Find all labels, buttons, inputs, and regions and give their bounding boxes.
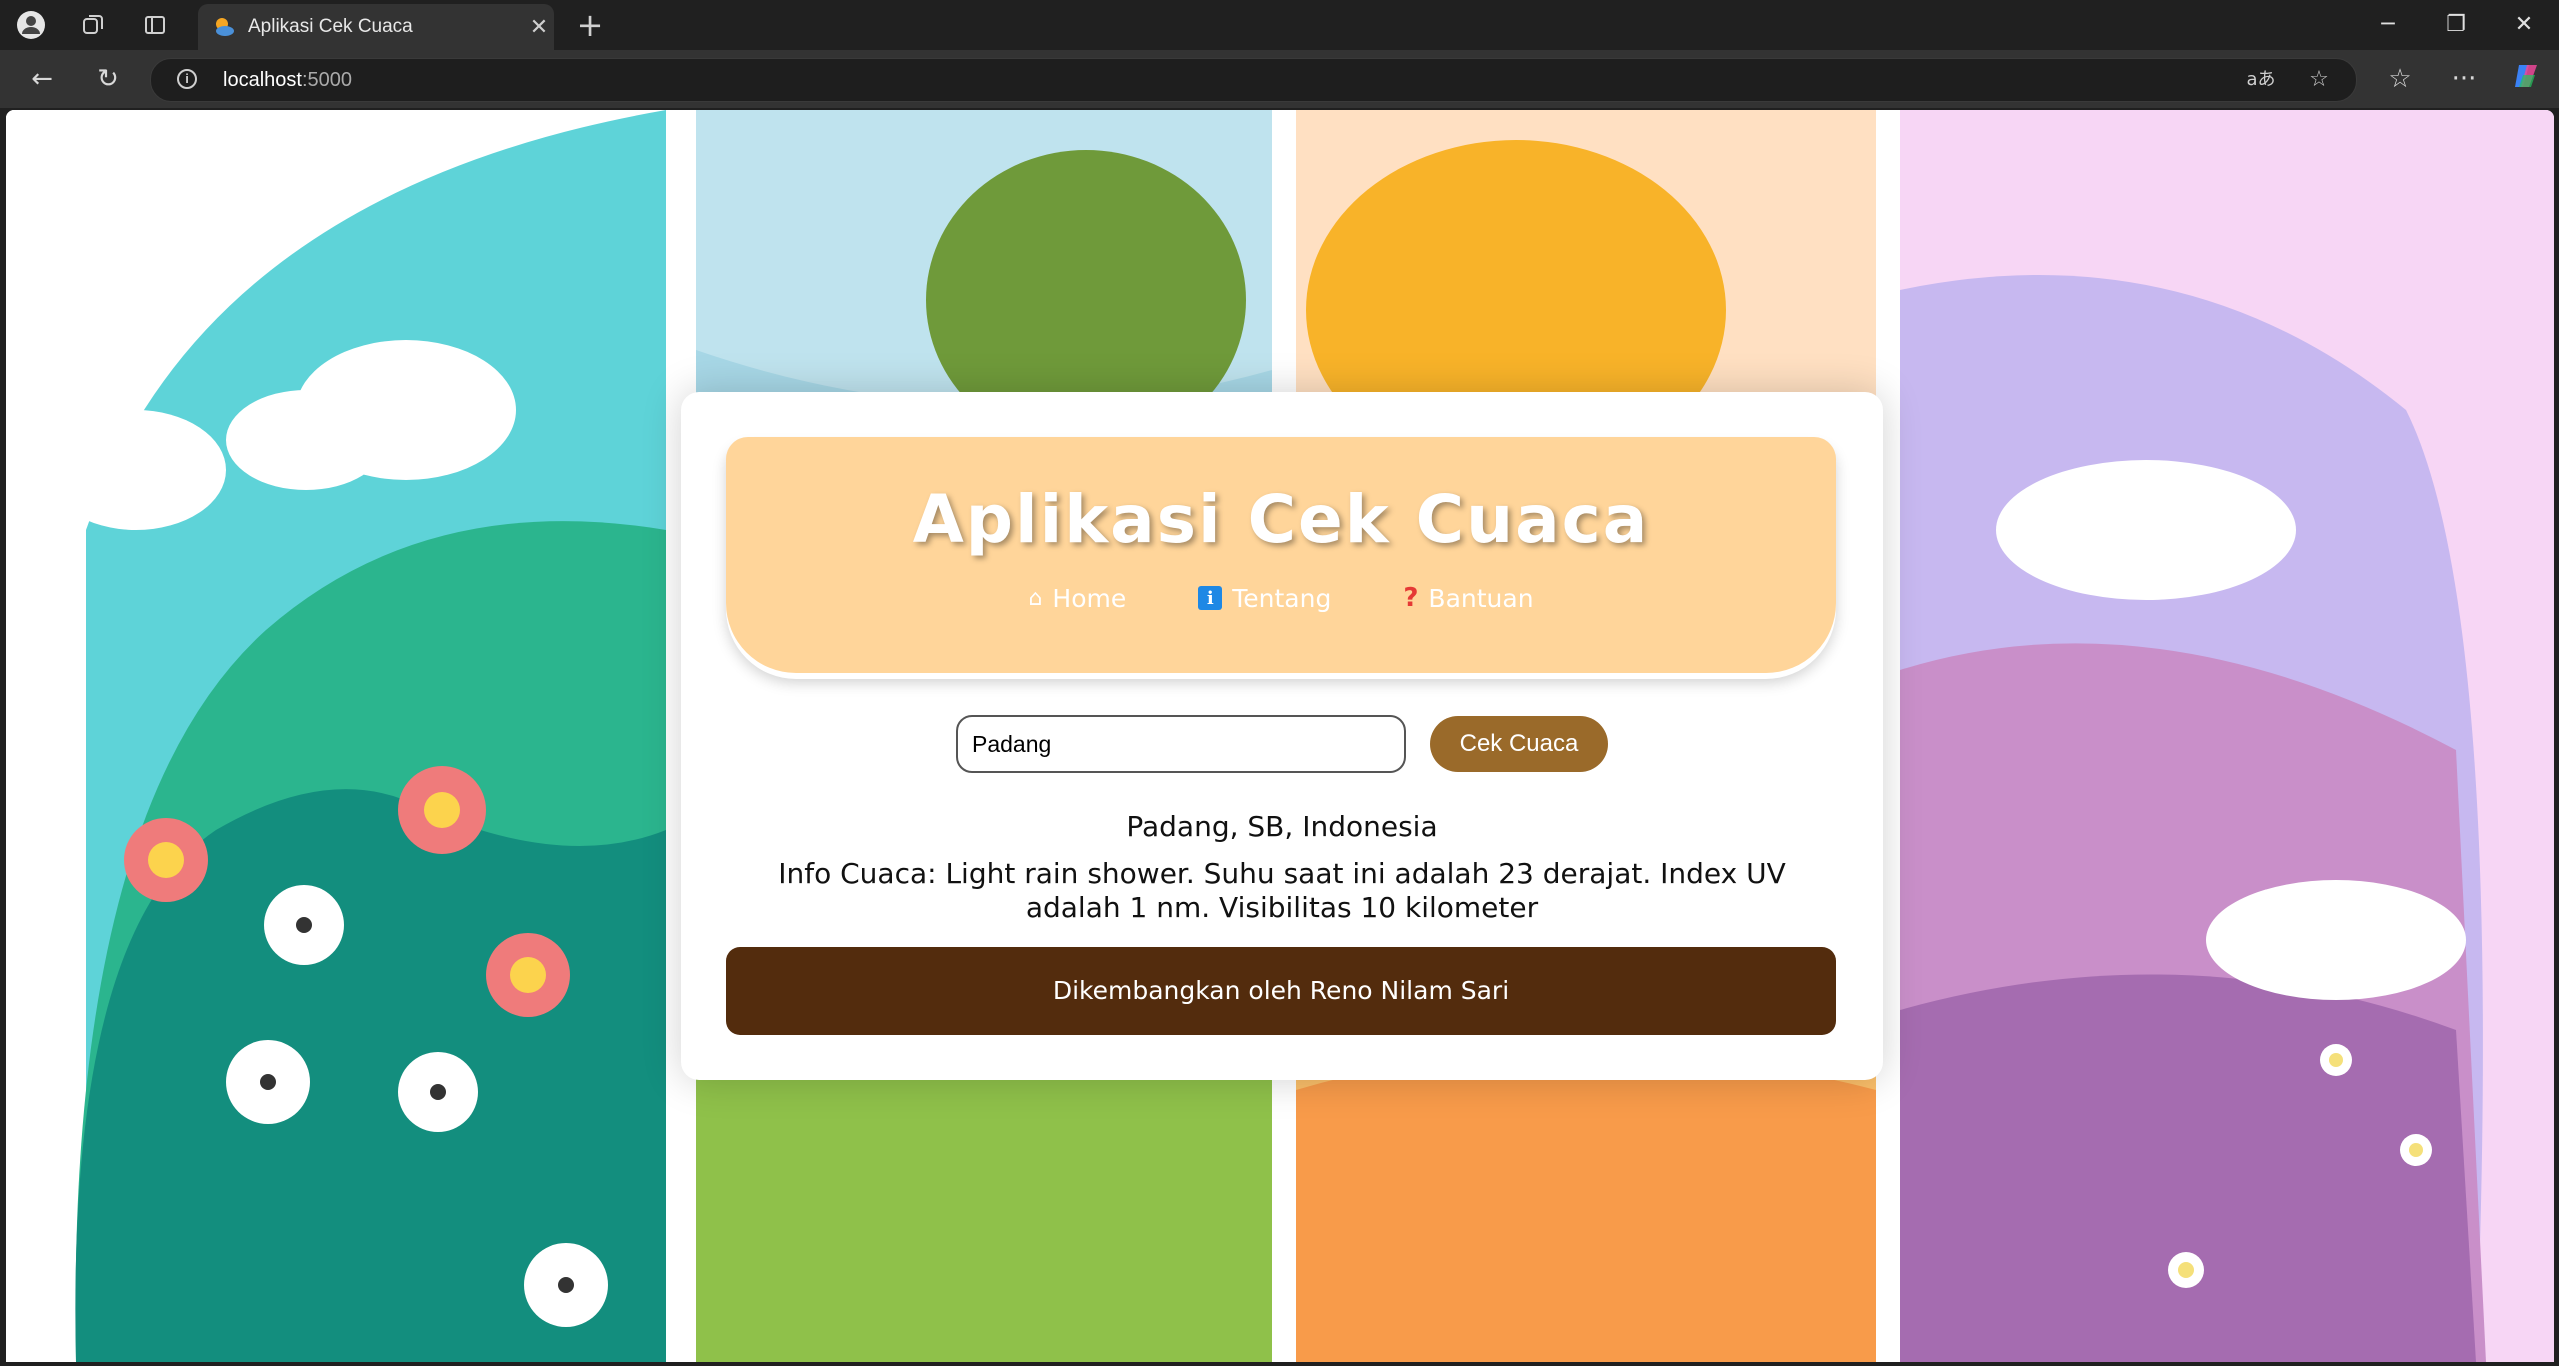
restore-icon[interactable]: ❐ (2426, 6, 2486, 44)
home-icon: ⌂ (1028, 585, 1043, 611)
footer-credit: Dikembangkan oleh Reno Nilam Sari (726, 947, 1836, 1035)
tab-title: Aplikasi Cek Cuaca (248, 16, 413, 37)
search-row: Cek Cuaca (681, 715, 1883, 773)
nav-item-label: Bantuan (1428, 583, 1534, 613)
workspaces-icon[interactable] (76, 9, 110, 41)
nav-item-home[interactable]: ⌂ Home (1028, 583, 1126, 613)
page-viewport: Aplikasi Cek Cuaca ⌂ Home i Tentang ? Ba… (6, 110, 2554, 1362)
browser-tab-bar: Aplikasi Cek Cuaca ✕ + ─ ❐ ✕ (0, 0, 2559, 50)
weather-card: Aplikasi Cek Cuaca ⌂ Home i Tentang ? Ba… (681, 392, 1883, 1080)
active-tab[interactable]: Aplikasi Cek Cuaca ✕ (198, 4, 554, 50)
nav-item-bantuan[interactable]: ? Bantuan (1403, 583, 1533, 613)
weather-favicon-icon (212, 15, 236, 39)
check-weather-button[interactable]: Cek Cuaca (1430, 716, 1608, 772)
back-icon[interactable]: ← (22, 61, 62, 97)
address-bar[interactable]: i localhost:5000 aあ ☆ (150, 58, 2357, 102)
close-icon[interactable]: ✕ (524, 15, 554, 40)
nav-item-label: Tentang (1232, 583, 1332, 613)
question-icon: ? (1403, 583, 1419, 613)
new-tab-icon[interactable]: + (572, 8, 608, 42)
app-title: Aplikasi Cek Cuaca (912, 481, 1650, 558)
favorites-icon[interactable]: ☆ (2380, 61, 2420, 97)
profile-icon[interactable] (14, 9, 48, 41)
city-search-input[interactable] (956, 715, 1406, 773)
weather-info-text: Info Cuaca: Light rain shower. Suhu saat… (778, 857, 1786, 924)
window-close-icon[interactable]: ✕ (2494, 6, 2554, 44)
info-icon: i (1198, 586, 1223, 610)
refresh-icon[interactable]: ↻ (88, 61, 128, 97)
location-text: Padang, SB, Indonesia (1126, 810, 1438, 843)
app-header: Aplikasi Cek Cuaca ⌂ Home i Tentang ? Ba… (726, 437, 1836, 673)
info-icon[interactable]: i (177, 69, 197, 89)
nav-item-label: Home (1052, 583, 1127, 613)
favorite-star-icon[interactable]: ☆ (2301, 65, 2337, 95)
browser-toolbar: ← ↻ i localhost:5000 aあ ☆ ☆ ··· (0, 50, 2559, 108)
read-aloud-icon[interactable]: aあ (2243, 65, 2279, 95)
minimize-icon[interactable]: ─ (2358, 6, 2418, 44)
tab-actions-icon[interactable] (138, 9, 172, 41)
copilot-icon[interactable] (2506, 61, 2546, 97)
nav-item-tentang[interactable]: i Tentang (1198, 583, 1331, 613)
nav-menu: ⌂ Home i Tentang ? Bantuan (726, 583, 1836, 613)
url-text[interactable]: localhost:5000 (223, 69, 352, 92)
more-icon[interactable]: ··· (2444, 61, 2484, 97)
